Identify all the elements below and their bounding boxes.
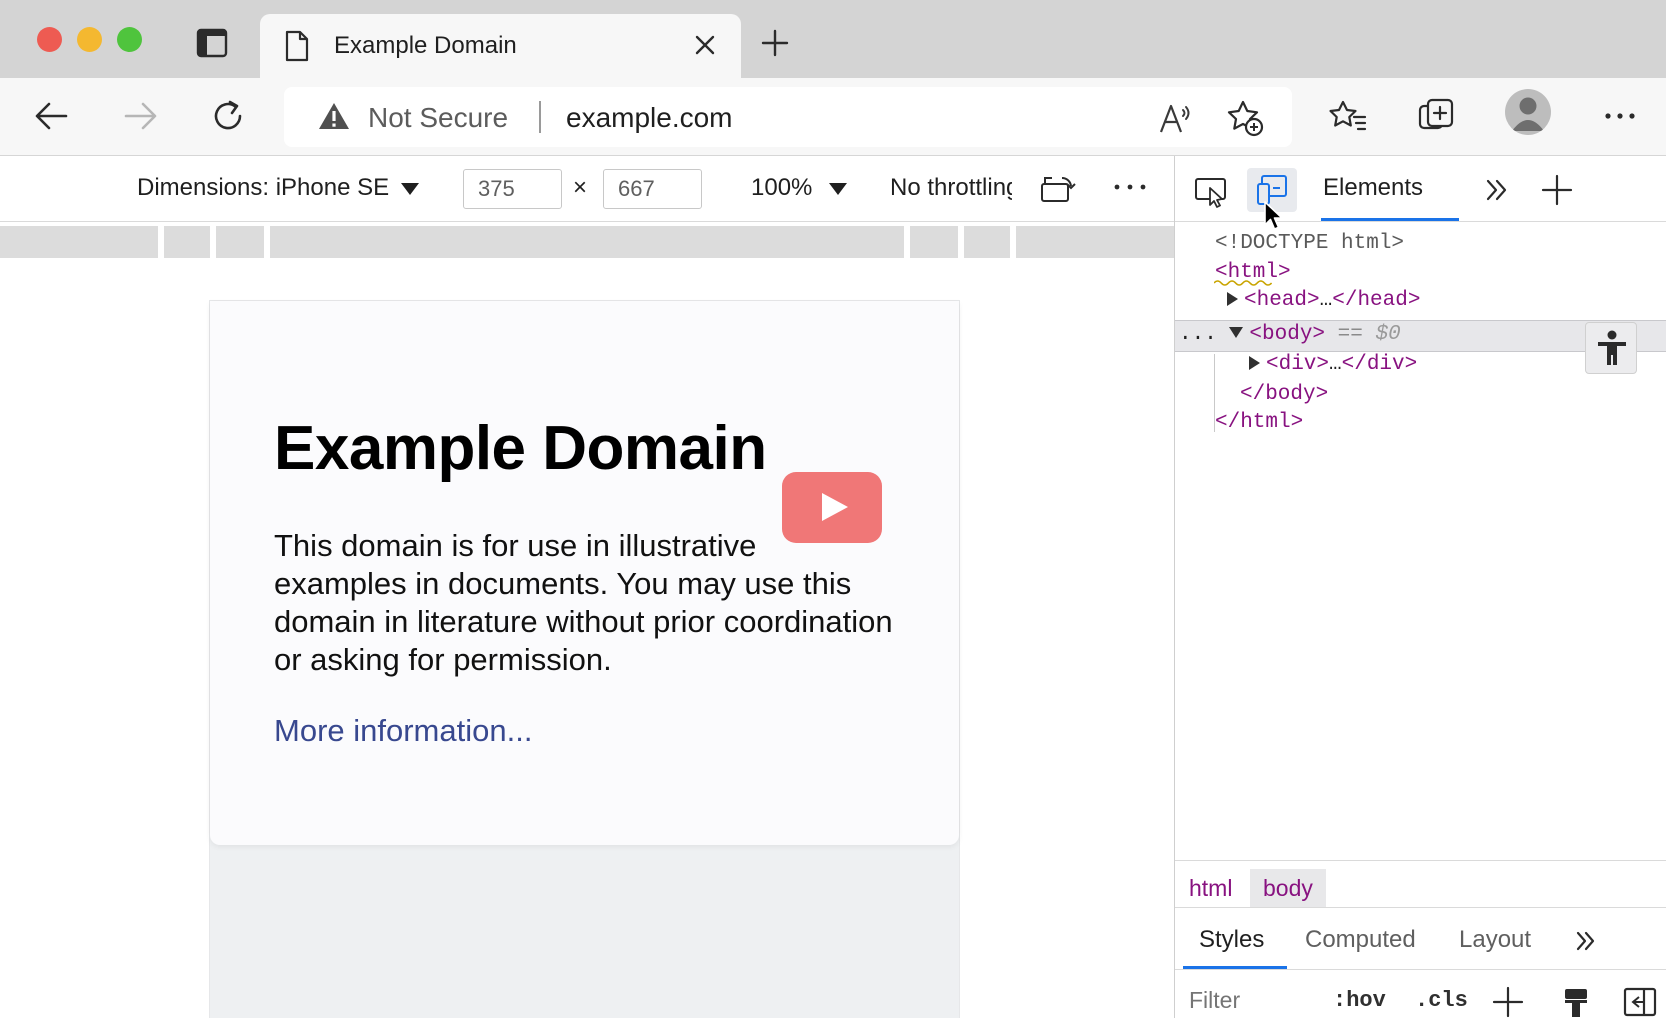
devtools-toolbar: Elements — [1175, 156, 1666, 230]
throttling-select[interactable]: No throttling — [890, 174, 1012, 202]
page-icon — [285, 30, 309, 62]
expand-arrow-icon[interactable] — [1227, 292, 1238, 306]
tab-layout[interactable]: Layout — [1459, 926, 1531, 954]
devtools-panel: Elements <!DOCTYPE html> <html> <head>…<… — [1174, 156, 1666, 1018]
play-icon — [822, 493, 848, 521]
url-text[interactable]: example.com — [566, 102, 733, 134]
profile-icon[interactable] — [1505, 89, 1551, 135]
plus-icon[interactable] — [760, 28, 790, 58]
breadcrumb-html[interactable]: html — [1176, 869, 1245, 907]
tab-title: Example Domain — [334, 32, 517, 59]
minimize-window-button[interactable] — [77, 27, 102, 52]
chevron-down-icon[interactable] — [829, 183, 847, 195]
address-bar[interactable]: Not Secure example.com — [284, 87, 1292, 147]
styles-toolbar: :hov .cls — [1175, 970, 1666, 1018]
media-query-segment[interactable] — [964, 226, 1010, 258]
dimension-separator: × — [573, 174, 588, 201]
dom-tree[interactable]: <!DOCTYPE html> <html> <head>…</head> ..… — [1175, 226, 1666, 856]
chevron-down-icon[interactable] — [401, 183, 419, 195]
styles-filter-input[interactable] — [1181, 978, 1305, 1018]
active-tab-indicator — [1321, 218, 1459, 221]
accessibility-tree-button[interactable] — [1585, 322, 1637, 374]
content-card: Example Domain This domain is for use in… — [210, 301, 959, 845]
security-label[interactable]: Not Secure — [368, 102, 508, 134]
page-paragraph: This domain is for use in illustrative e… — [274, 528, 893, 677]
back-icon[interactable] — [32, 96, 72, 136]
media-query-bar[interactable] — [0, 226, 1174, 258]
address-divider — [539, 101, 541, 133]
dom-head-row[interactable]: <head>…</head> — [1227, 286, 1420, 316]
device-frame: Example Domain This domain is for use in… — [209, 300, 960, 1018]
hover-state-button[interactable]: :hov — [1333, 988, 1386, 1013]
more-information-link[interactable]: More information... — [274, 713, 532, 749]
styles-subtabs: Styles Computed Layout — [1175, 908, 1666, 970]
tab-elements[interactable]: Elements — [1323, 174, 1423, 202]
dom-doctype[interactable]: <!DOCTYPE html> — [1215, 229, 1404, 259]
zoom-select[interactable]: 100% — [751, 174, 812, 202]
paint-brush-icon[interactable] — [1559, 986, 1593, 1018]
warning-icon[interactable] — [318, 101, 350, 131]
collapsed-ellipsis: … — [1329, 353, 1342, 376]
refresh-icon[interactable] — [208, 96, 248, 136]
active-tab-indicator — [1183, 966, 1287, 969]
more-icon[interactable] — [1600, 96, 1640, 136]
rotate-icon[interactable] — [1040, 173, 1076, 203]
more-tabs-icon[interactable] — [1572, 928, 1600, 954]
maximize-window-button[interactable] — [117, 27, 142, 52]
selected-var: $0 — [1375, 323, 1401, 346]
tab-computed[interactable]: Computed — [1305, 926, 1416, 954]
dom-body-close[interactable]: </body> — [1240, 380, 1328, 410]
close-window-button[interactable] — [37, 27, 62, 52]
device-toolbar: Dimensions: iPhone SE × 100% No throttli… — [0, 156, 1174, 222]
dom-div-row[interactable]: <div>…</div> — [1249, 350, 1417, 380]
media-query-segment[interactable] — [216, 226, 264, 258]
selected-equals: == — [1337, 323, 1363, 346]
more-icon[interactable] — [1112, 180, 1148, 194]
dom-div-close: </div> — [1341, 353, 1418, 376]
collections-icon[interactable] — [1416, 96, 1456, 136]
breadcrumb: html body — [1175, 860, 1666, 908]
browser-tab[interactable]: Example Domain — [260, 14, 741, 78]
media-query-segment[interactable] — [1016, 226, 1174, 258]
width-input[interactable] — [463, 169, 562, 209]
sidebar-toggle-icon[interactable] — [1623, 986, 1657, 1018]
dom-body-open: <body> — [1249, 323, 1326, 346]
media-query-segment[interactable] — [0, 226, 158, 258]
dom-div-open: <div> — [1266, 353, 1330, 376]
browser-toolbar: Not Secure example.com — [0, 78, 1666, 156]
dom-head-close: </head> — [1332, 289, 1421, 312]
more-tabs-icon[interactable] — [1479, 172, 1515, 208]
breadcrumb-body[interactable]: body — [1250, 869, 1326, 907]
dom-body-row[interactable]: ... <body> == $0 — [1179, 320, 1401, 350]
collapsed-ellipsis: … — [1319, 289, 1333, 312]
title-bar: Example Domain — [0, 0, 1666, 78]
plus-icon[interactable] — [1491, 986, 1525, 1018]
plus-icon[interactable] — [1539, 172, 1575, 208]
class-toggle-button[interactable]: .cls — [1415, 988, 1468, 1013]
expand-arrow-icon[interactable] — [1249, 356, 1260, 370]
device-dimensions-select[interactable]: Dimensions: iPhone SE — [137, 174, 389, 202]
emulated-viewport: Example Domain This domain is for use in… — [0, 258, 1174, 1018]
media-query-segment[interactable] — [910, 226, 958, 258]
height-input[interactable] — [603, 169, 702, 209]
media-query-segment[interactable] — [270, 226, 904, 258]
page-title: Example Domain — [274, 414, 767, 483]
inspect-icon[interactable] — [1193, 172, 1229, 208]
read-aloud-icon[interactable] — [1158, 101, 1194, 135]
collapse-arrow-icon[interactable] — [1229, 327, 1244, 338]
tab-styles[interactable]: Styles — [1199, 926, 1264, 954]
dom-head-open: <head> — [1244, 289, 1320, 312]
video-play-button[interactable] — [782, 472, 882, 543]
accessibility-icon — [1598, 330, 1626, 365]
dom-html-close[interactable]: </html> — [1215, 408, 1303, 438]
media-query-segment[interactable] — [164, 226, 210, 258]
favorites-icon[interactable] — [1328, 96, 1368, 136]
forward-icon[interactable] — [120, 96, 160, 136]
close-icon[interactable] — [692, 32, 718, 58]
tab-actions-icon[interactable] — [196, 28, 228, 58]
favorite-add-icon[interactable] — [1226, 99, 1264, 137]
row-actions-dots[interactable]: ... — [1179, 323, 1217, 346]
